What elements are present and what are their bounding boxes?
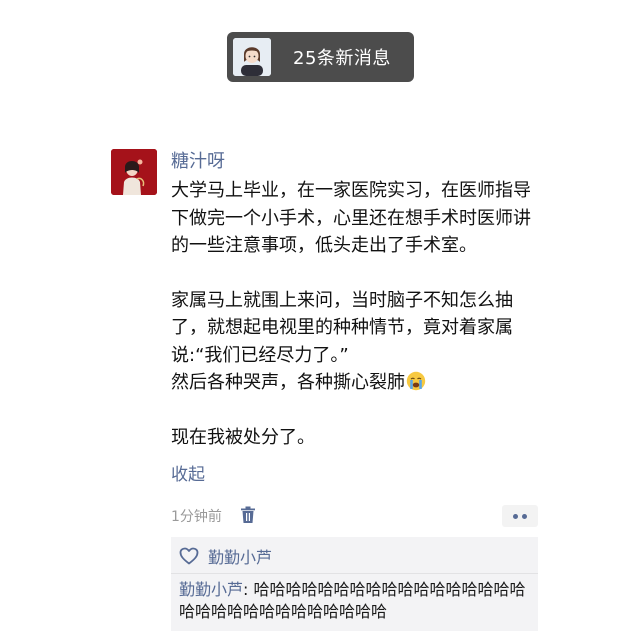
cartoon-avatar-icon <box>233 38 271 76</box>
comment-item[interactable]: 勤勤小芦: 哈哈哈哈哈哈哈哈哈哈哈哈哈哈哈哈哈哈哈哈哈哈哈哈哈哈哈哈哈哈 <box>179 579 529 623</box>
more-options-button[interactable] <box>502 505 538 527</box>
post-paragraph: 然后各种哭声，各种撕心裂肺 <box>171 369 541 397</box>
comments-panel: 勤勤小芦 勤勤小芦: 哈哈哈哈哈哈哈哈哈哈哈哈哈哈哈哈哈哈哈哈哈哈哈哈哈哈哈哈哈… <box>171 537 538 631</box>
collapse-link[interactable]: 收起 <box>171 460 205 485</box>
user-avatar[interactable] <box>111 149 157 195</box>
post-time: 1分钟前 <box>171 509 222 525</box>
poster-nickname[interactable]: 糖汁呀 <box>171 150 225 174</box>
divider <box>171 573 538 574</box>
dot-icon <box>522 513 527 519</box>
likes-row: 勤勤小芦 <box>179 543 272 569</box>
post-paragraph: 家属马上就围上来问，当时脑子不知怎么抽了，就想起电视里的种种情节，竟对着家属说:… <box>171 289 513 366</box>
new-messages-label: 25条新消息 <box>293 48 391 69</box>
comment-separator: : <box>243 580 254 599</box>
post-paragraph: 现在我被处分了。 <box>171 426 315 448</box>
post-content: 大学马上毕业，在一家医院实习，在医师指导下做完一个小手术，心里还在想手术时医师讲… <box>171 177 541 451</box>
post-paragraph: 大学马上毕业，在一家医院实习，在医师指导下做完一个小手术，心里还在想手术时医师讲… <box>171 180 531 256</box>
trash-icon[interactable] <box>240 506 256 524</box>
new-messages-notice[interactable]: 25条新消息 <box>227 32 414 82</box>
dot-icon <box>513 513 518 519</box>
comment-author[interactable]: 勤勤小芦 <box>179 580 243 599</box>
heart-icon <box>179 547 199 565</box>
liker-name[interactable]: 勤勤小芦 <box>208 544 272 568</box>
crying-face-emoji <box>406 371 426 391</box>
